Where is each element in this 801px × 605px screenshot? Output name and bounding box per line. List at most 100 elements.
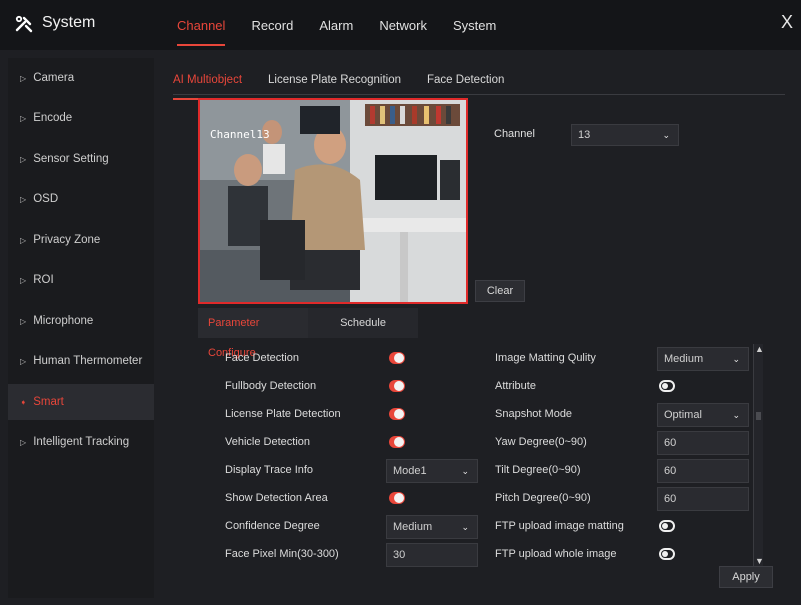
sidebar-item-smart[interactable]: ➧ Smart — [8, 384, 154, 420]
chevron-down-icon: ⌄ — [461, 522, 469, 532]
sidebar-item-privacy-zone[interactable]: ▷ Privacy Zone — [8, 222, 154, 258]
vehicle-detection-label: Vehicle Detection — [225, 436, 310, 448]
sidebar-item-label: Privacy Zone — [33, 234, 101, 246]
app-title: System — [42, 14, 96, 31]
camera-preview[interactable]: Channel13 — [198, 98, 468, 304]
sidebar-item-label: Sensor Setting — [33, 153, 109, 165]
confidence-degree-label: Confidence Degree — [225, 520, 320, 532]
face-pixel-min-value: 30 — [393, 549, 406, 561]
nav-tab-network[interactable]: Network — [379, 0, 427, 50]
sidebar-item-label: Encode — [33, 112, 73, 124]
pitch-degree-value: 60 — [664, 493, 677, 505]
sidebar: ▷ Camera ▷ Encode ▷ Sensor Setting ▷ OSD… — [8, 58, 154, 598]
vehicle-detection-toggle[interactable] — [389, 436, 405, 448]
show-detection-area-toggle[interactable] — [389, 492, 405, 504]
sub-tabs: AI Multiobject License Plate Recognition… — [173, 70, 530, 100]
ftp-upload-whole-image-toggle[interactable] — [659, 548, 675, 560]
caret-right-icon: ▷ — [20, 317, 27, 326]
sidebar-item-sensor-setting[interactable]: ▷ Sensor Setting — [8, 141, 154, 177]
snapshot-mode-select[interactable]: Optimal ⌄ — [657, 403, 749, 427]
caret-right-icon: ▷ — [20, 155, 27, 164]
tab-schedule[interactable]: Schedule — [308, 308, 418, 338]
nav-tab-channel[interactable]: Channel — [177, 0, 226, 50]
display-trace-info-select[interactable]: Mode1 ⌄ — [386, 459, 478, 483]
scroll-up-icon[interactable]: ▲ — [755, 344, 764, 354]
caret-right-icon: ▷ — [20, 357, 27, 366]
license-plate-detection-label: License Plate Detection — [225, 408, 341, 420]
attribute-label: Attribute — [495, 380, 536, 392]
pitch-degree-label: Pitch Degree(0~90) — [495, 492, 591, 504]
attribute-toggle[interactable] — [659, 380, 675, 392]
subtab-ai-multiobject[interactable]: AI Multiobject — [173, 70, 243, 100]
sidebar-item-label: Intelligent Tracking — [33, 436, 130, 448]
chevron-down-icon: ⌄ — [461, 466, 469, 476]
chevron-down-icon: ⌄ — [662, 130, 670, 140]
nav-tab-alarm[interactable]: Alarm — [319, 0, 353, 50]
apply-button[interactable]: Apply — [719, 566, 773, 588]
settings-scrollbar[interactable]: ▲ ▼ — [753, 344, 764, 566]
snapshot-mode-value: Optimal — [664, 409, 702, 421]
caret-down-icon: ➧ — [20, 398, 27, 407]
sidebar-item-osd[interactable]: ▷ OSD — [8, 181, 154, 217]
sidebar-item-roi[interactable]: ▷ ROI — [8, 262, 154, 298]
subtab-license-plate-recognition[interactable]: License Plate Recognition — [268, 70, 401, 96]
chevron-down-icon: ⌄ — [732, 410, 740, 420]
tilt-degree-input[interactable]: 60 — [657, 459, 749, 483]
snapshot-mode-label: Snapshot Mode — [495, 408, 573, 420]
sidebar-item-microphone[interactable]: ▷ Microphone — [8, 303, 154, 339]
sidebar-item-human-thermometer[interactable]: ▷ Human Thermometer — [8, 343, 154, 379]
nav-tab-record[interactable]: Record — [251, 0, 293, 50]
main-panel: AI Multiobject License Plate Recognition… — [157, 58, 793, 598]
caret-right-icon: ▷ — [20, 236, 27, 245]
caret-right-icon: ▷ — [20, 438, 27, 447]
confidence-degree-value: Medium — [393, 521, 433, 533]
face-pixel-min-input[interactable]: 30 — [386, 543, 478, 567]
scroll-down-icon[interactable]: ▼ — [755, 556, 764, 566]
sidebar-item-label: ROI — [33, 274, 54, 286]
show-detection-area-label: Show Detection Area — [225, 492, 328, 504]
image-matting-quality-select[interactable]: Medium ⌄ — [657, 347, 749, 371]
clear-button[interactable]: Clear — [475, 280, 525, 302]
sidebar-item-encode[interactable]: ▷ Encode — [8, 100, 154, 136]
channel-value: 13 — [578, 129, 591, 141]
sidebar-item-label: Smart — [33, 396, 64, 408]
tilt-degree-label: Tilt Degree(0~90) — [495, 464, 581, 476]
sidebar-item-label: Camera — [33, 72, 75, 84]
fullbody-detection-toggle[interactable] — [389, 380, 405, 392]
face-detection-label: Face Detection — [225, 352, 299, 364]
sidebar-item-label: OSD — [33, 193, 59, 205]
app-window: System Channel Record Alarm Network Syst… — [0, 0, 801, 605]
ftp-upload-image-matting-toggle[interactable] — [659, 520, 675, 532]
scroll-thumb[interactable] — [756, 412, 761, 420]
display-trace-info-value: Mode1 — [393, 465, 427, 477]
nav-tab-system[interactable]: System — [453, 0, 496, 50]
image-matting-quality-value: Medium — [664, 353, 704, 365]
face-pixel-min-label: Face Pixel Min(30-300) — [225, 548, 339, 560]
ftp-upload-whole-image-label: FTP upload whole image — [495, 548, 617, 560]
pitch-degree-input[interactable]: 60 — [657, 487, 749, 511]
sidebar-item-camera[interactable]: ▷ Camera — [8, 60, 154, 96]
tools-icon — [15, 15, 33, 33]
license-plate-detection-toggle[interactable] — [389, 408, 405, 420]
caret-right-icon: ▷ — [20, 74, 27, 83]
caret-right-icon: ▷ — [20, 195, 27, 204]
main-nav: Channel Record Alarm Network System — [177, 0, 522, 50]
chevron-down-icon: ⌄ — [732, 354, 740, 364]
face-detection-toggle[interactable] — [389, 352, 405, 364]
osd-channel-text: Channel13 — [210, 128, 270, 141]
caret-right-icon: ▷ — [20, 276, 27, 285]
close-icon[interactable]: X — [781, 12, 793, 33]
sidebar-item-label: Human Thermometer — [33, 355, 143, 367]
tab-parameter-configure[interactable]: Parameter Configure — [198, 308, 308, 359]
display-trace-info-label: Display Trace Info — [225, 464, 314, 476]
yaw-degree-input[interactable]: 60 — [657, 431, 749, 455]
confidence-degree-select[interactable]: Medium ⌄ — [386, 515, 478, 539]
sidebar-item-intelligent-tracking[interactable]: ▷ Intelligent Tracking — [8, 424, 154, 460]
image-matting-quality-label: Image Matting Qulity — [495, 352, 596, 364]
fullbody-detection-label: Fullbody Detection — [225, 380, 317, 392]
channel-select[interactable]: 13 ⌄ — [571, 124, 679, 146]
yaw-degree-label: Yaw Degree(0~90) — [495, 436, 587, 448]
yaw-degree-value: 60 — [664, 437, 677, 449]
subtab-face-detection[interactable]: Face Detection — [427, 70, 504, 96]
panel-tabs: Parameter Configure Schedule — [198, 308, 418, 359]
